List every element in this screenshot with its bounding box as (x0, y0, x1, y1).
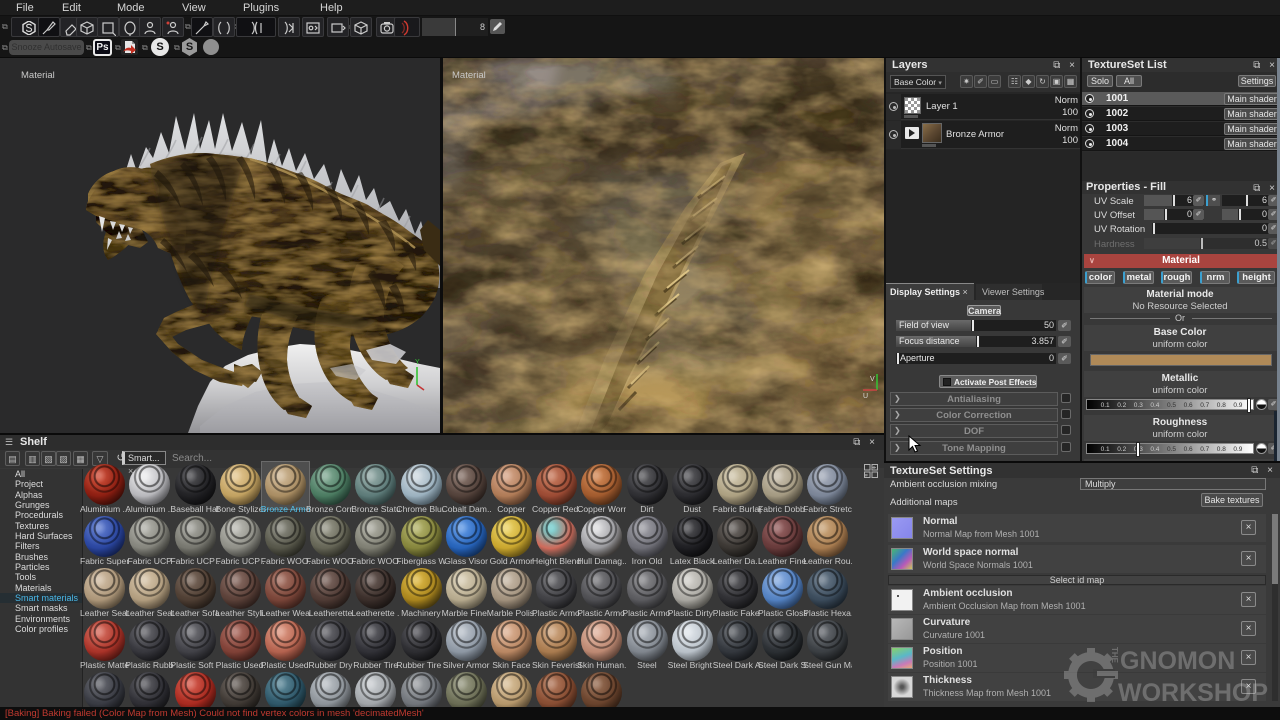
svg-text:GNOMON: GNOMON (1120, 647, 1235, 675)
svg-text:V: V (870, 376, 875, 383)
svg-text:WORKSHOP: WORKSHOP (1118, 679, 1268, 707)
svg-text:U: U (863, 393, 868, 400)
svg-text:THE: THE (1110, 647, 1119, 664)
svg-text:Y: Y (415, 359, 420, 366)
